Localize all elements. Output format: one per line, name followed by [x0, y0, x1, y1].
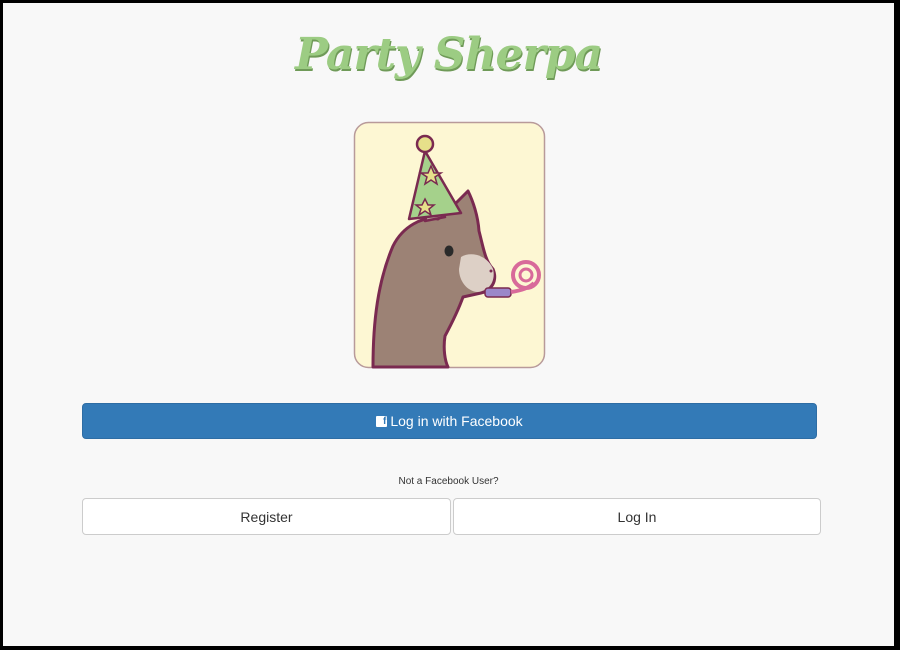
not-facebook-prompt: Not a Facebook User? — [398, 476, 499, 487]
facebook-login-button[interactable]: f Log in with Facebook — [82, 403, 817, 439]
register-button[interactable]: Register — [82, 498, 451, 535]
login-label: Log In — [617, 508, 657, 525]
facebook-login-label: Log in with Facebook — [390, 413, 523, 429]
facebook-icon: f — [376, 415, 388, 427]
app-logo: Party Sherpa — [294, 29, 603, 80]
page-frame: Party Sherpa f Log in with Facebook Not … — [3, 3, 894, 646]
party-llama-icon — [353, 121, 546, 369]
login-button[interactable]: Log In — [453, 498, 821, 535]
register-label: Register — [240, 508, 293, 525]
